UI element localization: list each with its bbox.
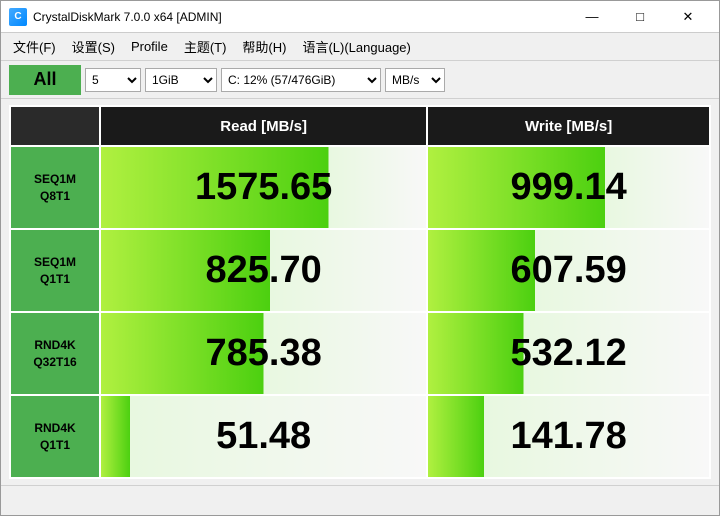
menu-theme[interactable]: 主题(T) xyxy=(176,33,235,60)
write-value-1: 999.14 xyxy=(427,146,710,229)
close-button[interactable]: ✕ xyxy=(665,5,711,29)
table-row: RND4K Q32T16 785.38 532.12 xyxy=(10,312,710,395)
read-value-3: 785.38 xyxy=(100,312,427,395)
window-title: CrystalDiskMark 7.0.0 x64 [ADMIN] xyxy=(33,10,569,24)
app-icon: C xyxy=(9,8,27,26)
read-value-2: 825.70 xyxy=(100,229,427,312)
menu-bar: 文件(F) 设置(S) Profile 主题(T) 帮助(H) 语言(L)(La… xyxy=(1,33,719,61)
all-button[interactable]: All xyxy=(9,65,81,95)
title-bar: C CrystalDiskMark 7.0.0 x64 [ADMIN] — □ … xyxy=(1,1,719,33)
minimize-button[interactable]: — xyxy=(569,5,615,29)
status-bar xyxy=(1,485,719,515)
drive-select[interactable]: C: 12% (57/476GiB) xyxy=(221,68,381,92)
size-select[interactable]: 1GiB 512MiB 4GiB xyxy=(145,68,217,92)
menu-settings[interactable]: 设置(S) xyxy=(64,33,123,60)
write-value-4: 141.78 xyxy=(427,395,710,478)
app-window: C CrystalDiskMark 7.0.0 x64 [ADMIN] — □ … xyxy=(0,0,720,516)
table-row: SEQ1M Q1T1 825.70 607.59 xyxy=(10,229,710,312)
runs-select[interactable]: 5 1 3 9 xyxy=(85,68,141,92)
menu-help[interactable]: 帮助(H) xyxy=(234,33,294,60)
row-label-4: RND4K Q1T1 xyxy=(10,395,100,478)
menu-language[interactable]: 语言(L)(Language) xyxy=(294,33,418,60)
window-controls: — □ ✕ xyxy=(569,5,711,29)
write-value-2: 607.59 xyxy=(427,229,710,312)
row-label-2: SEQ1M Q1T1 xyxy=(10,229,100,312)
row-label-1: SEQ1M Q8T1 xyxy=(10,146,100,229)
maximize-button[interactable]: □ xyxy=(617,5,663,29)
toolbar: All 5 1 3 9 1GiB 512MiB 4GiB C: 12% (57/… xyxy=(1,61,719,99)
write-header: Write [MB/s] xyxy=(427,106,710,146)
table-row: RND4K Q1T1 51.48 141.78 xyxy=(10,395,710,478)
write-value-3: 532.12 xyxy=(427,312,710,395)
label-header xyxy=(10,106,100,146)
read-value-1: 1575.65 xyxy=(100,146,427,229)
menu-profile[interactable]: Profile xyxy=(123,35,176,58)
row-label-3: RND4K Q32T16 xyxy=(10,312,100,395)
table-row: SEQ1M Q8T1 1575.65 999.14 xyxy=(10,146,710,229)
benchmark-table: Read [MB/s] Write [MB/s] SEQ1M Q8T1 1575… xyxy=(9,105,711,479)
main-content: Read [MB/s] Write [MB/s] SEQ1M Q8T1 1575… xyxy=(1,99,719,485)
read-header: Read [MB/s] xyxy=(100,106,427,146)
read-value-4: 51.48 xyxy=(100,395,427,478)
menu-file[interactable]: 文件(F) xyxy=(5,33,64,60)
unit-select[interactable]: MB/s GB/s xyxy=(385,68,445,92)
